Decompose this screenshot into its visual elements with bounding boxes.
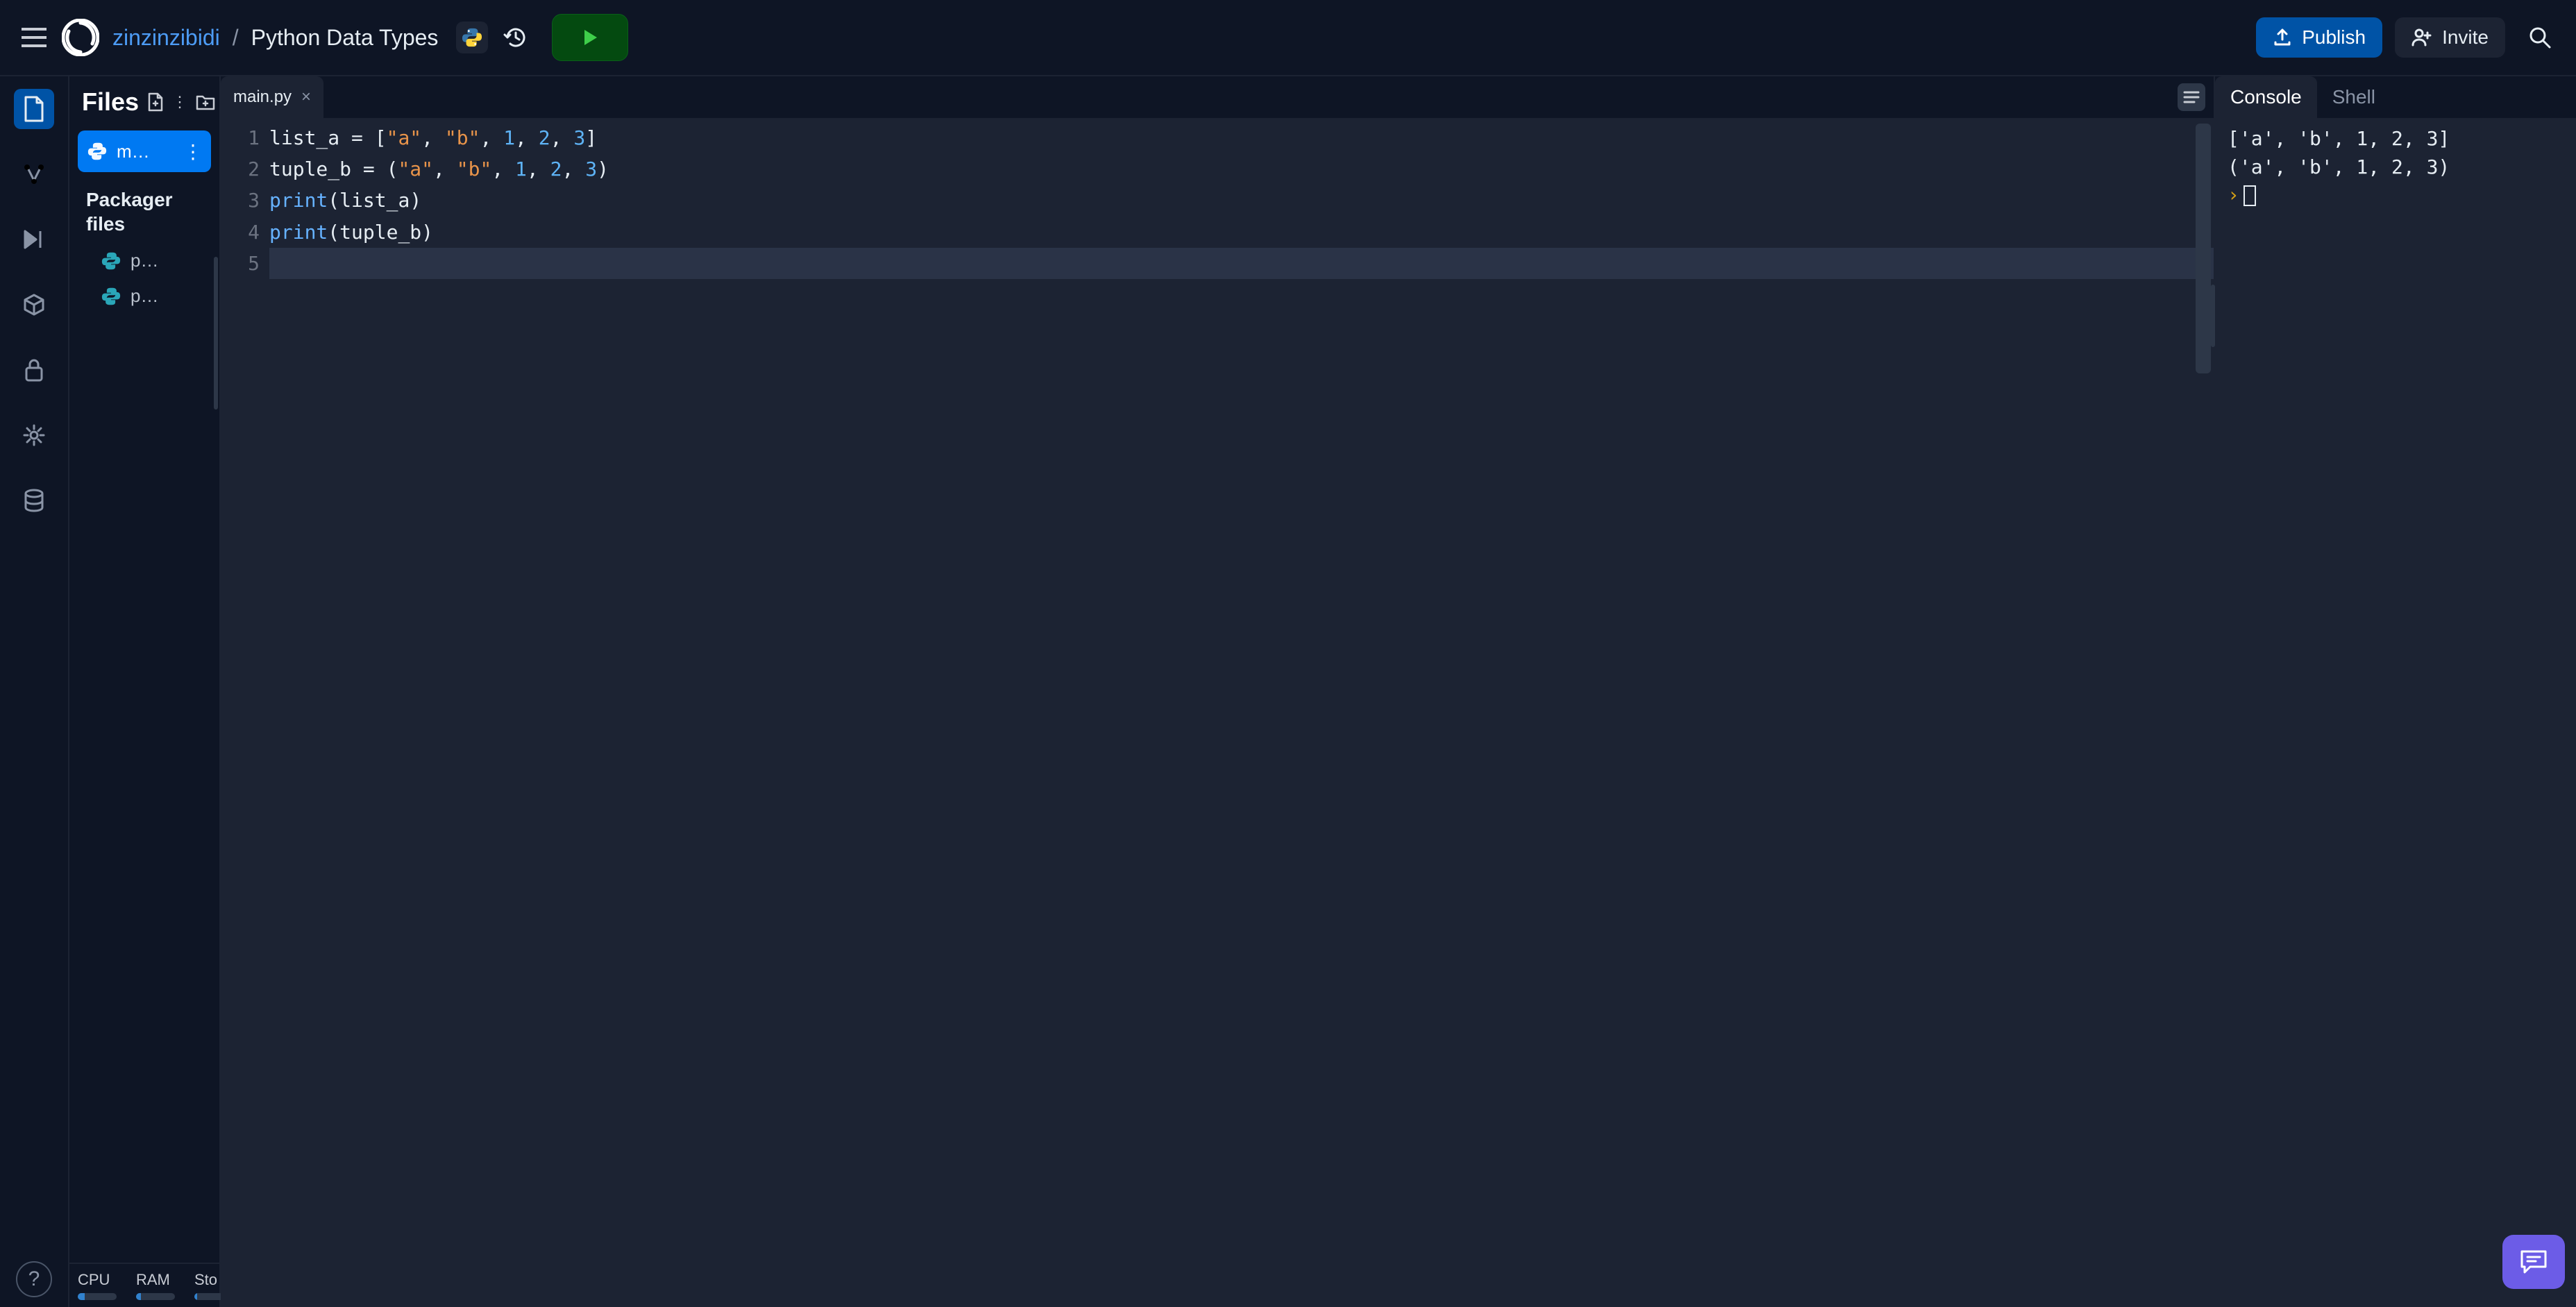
- console-prompt-icon: ›: [2228, 183, 2239, 206]
- python-file-icon: [101, 287, 121, 306]
- python-icon: [456, 22, 488, 53]
- packager-file-2-name: p…: [131, 285, 158, 307]
- console-output[interactable]: ['a', 'b', 1, 2, 3] ('a', 'b', 1, 2, 3) …: [2215, 118, 2576, 1307]
- resource-footer: CPU RAM Sto: [69, 1263, 219, 1307]
- rail-version-icon[interactable]: [14, 154, 54, 194]
- app-body: ? Files ⋮ m… ⋮ Packager files p… p…: [0, 76, 2576, 1307]
- packager-section-title: Packager files: [78, 172, 211, 240]
- rail-secrets-icon[interactable]: [14, 350, 54, 390]
- run-button[interactable]: [552, 14, 628, 61]
- sidebar-header: Files ⋮: [78, 87, 211, 117]
- rail-files-icon[interactable]: [14, 89, 54, 129]
- editor-scrollbar[interactable]: [2196, 124, 2211, 373]
- publish-button[interactable]: Publish: [2256, 17, 2382, 58]
- right-pane: Console Shell ['a', 'b', 1, 2, 3] ('a', …: [2215, 76, 2576, 1307]
- tab-console[interactable]: Console: [2215, 76, 2317, 118]
- editor-pane: main.py × 1 2 3 4 5 list_a = ["a", "b", …: [221, 76, 2215, 1307]
- upload-icon: [2273, 28, 2292, 47]
- files-sidebar: Files ⋮ m… ⋮ Packager files p… p… CPU: [69, 76, 221, 1307]
- right-tabs: Console Shell: [2215, 76, 2576, 118]
- pane-resize-handle[interactable]: [2211, 285, 2215, 347]
- new-file-icon[interactable]: [147, 92, 164, 112]
- code-editor[interactable]: 1 2 3 4 5 list_a = ["a", "b", 1, 2, 3] t…: [221, 118, 2214, 1307]
- console-cursor: [2244, 185, 2256, 206]
- tab-label: main.py: [233, 87, 292, 107]
- help-button[interactable]: ?: [16, 1261, 52, 1297]
- file-more-icon[interactable]: ⋮: [183, 140, 201, 163]
- breadcrumb-project[interactable]: Python Data Types: [251, 25, 439, 51]
- python-file-icon: [87, 142, 107, 161]
- app-header: zinzinzibidi / Python Data Types Publish…: [0, 0, 2576, 76]
- editor-options-icon[interactable]: [2178, 83, 2205, 111]
- rail-packages-icon[interactable]: [14, 285, 54, 325]
- stat-ram-label: RAM: [136, 1271, 175, 1289]
- menu-icon[interactable]: [19, 23, 49, 52]
- ram-bar-fill: [136, 1293, 141, 1300]
- file-item-main[interactable]: m… ⋮: [78, 130, 211, 172]
- console-text: ['a', 'b', 1, 2, 3] ('a', 'b', 1, 2, 3): [2228, 127, 2450, 178]
- invite-button[interactable]: Invite: [2395, 17, 2505, 58]
- publish-label: Publish: [2302, 26, 2366, 49]
- invite-label: Invite: [2442, 26, 2489, 49]
- sidebar-scrollbar[interactable]: [214, 257, 218, 410]
- tab-shell[interactable]: Shell: [2317, 76, 2391, 118]
- tab-main-py[interactable]: main.py ×: [221, 76, 323, 118]
- breadcrumb: zinzinzibidi / Python Data Types: [112, 25, 438, 51]
- stor-bar-fill: [194, 1293, 197, 1300]
- code-line-4: print(tuple_b): [269, 217, 2214, 248]
- python-file-icon: [101, 251, 121, 271]
- breadcrumb-owner[interactable]: zinzinzibidi: [112, 25, 220, 51]
- breadcrumb-separator: /: [233, 25, 239, 51]
- code-line-2: tuple_b = ("a", "b", 1, 2, 3): [269, 153, 2214, 185]
- packager-file-2[interactable]: p…: [78, 276, 211, 311]
- stat-cpu-label: CPU: [78, 1271, 117, 1289]
- add-user-icon: [2411, 27, 2432, 48]
- sidebar-title: Files: [82, 87, 139, 117]
- line-gutter: 1 2 3 4 5: [221, 118, 269, 1307]
- tool-rail: ?: [0, 76, 69, 1307]
- code-line-5: [269, 248, 2214, 279]
- packager-file-1[interactable]: p…: [78, 240, 211, 276]
- rail-database-icon[interactable]: [14, 480, 54, 521]
- replit-logo-icon[interactable]: [61, 18, 100, 57]
- history-icon[interactable]: [500, 22, 531, 53]
- rail-settings-icon[interactable]: [14, 415, 54, 455]
- close-tab-icon[interactable]: ×: [301, 87, 311, 107]
- search-icon[interactable]: [2523, 21, 2557, 54]
- file-name: m…: [117, 141, 174, 162]
- code-line-1: list_a = ["a", "b", 1, 2, 3]: [269, 122, 2214, 153]
- chat-icon: [2519, 1249, 2548, 1275]
- new-folder-icon[interactable]: [196, 94, 215, 110]
- options-icon[interactable]: ⋮: [172, 93, 187, 111]
- stat-cpu[interactable]: CPU: [78, 1271, 117, 1300]
- code-line-3: print(list_a): [269, 185, 2214, 216]
- cpu-bar-fill: [78, 1293, 85, 1300]
- stat-ram[interactable]: RAM: [136, 1271, 175, 1300]
- editor-tabs: main.py ×: [221, 76, 2214, 118]
- packager-file-1-name: p…: [131, 250, 158, 271]
- code-lines: list_a = ["a", "b", 1, 2, 3] tuple_b = (…: [269, 118, 2214, 1307]
- rail-debugger-icon[interactable]: [14, 219, 54, 260]
- chat-button[interactable]: [2502, 1235, 2565, 1289]
